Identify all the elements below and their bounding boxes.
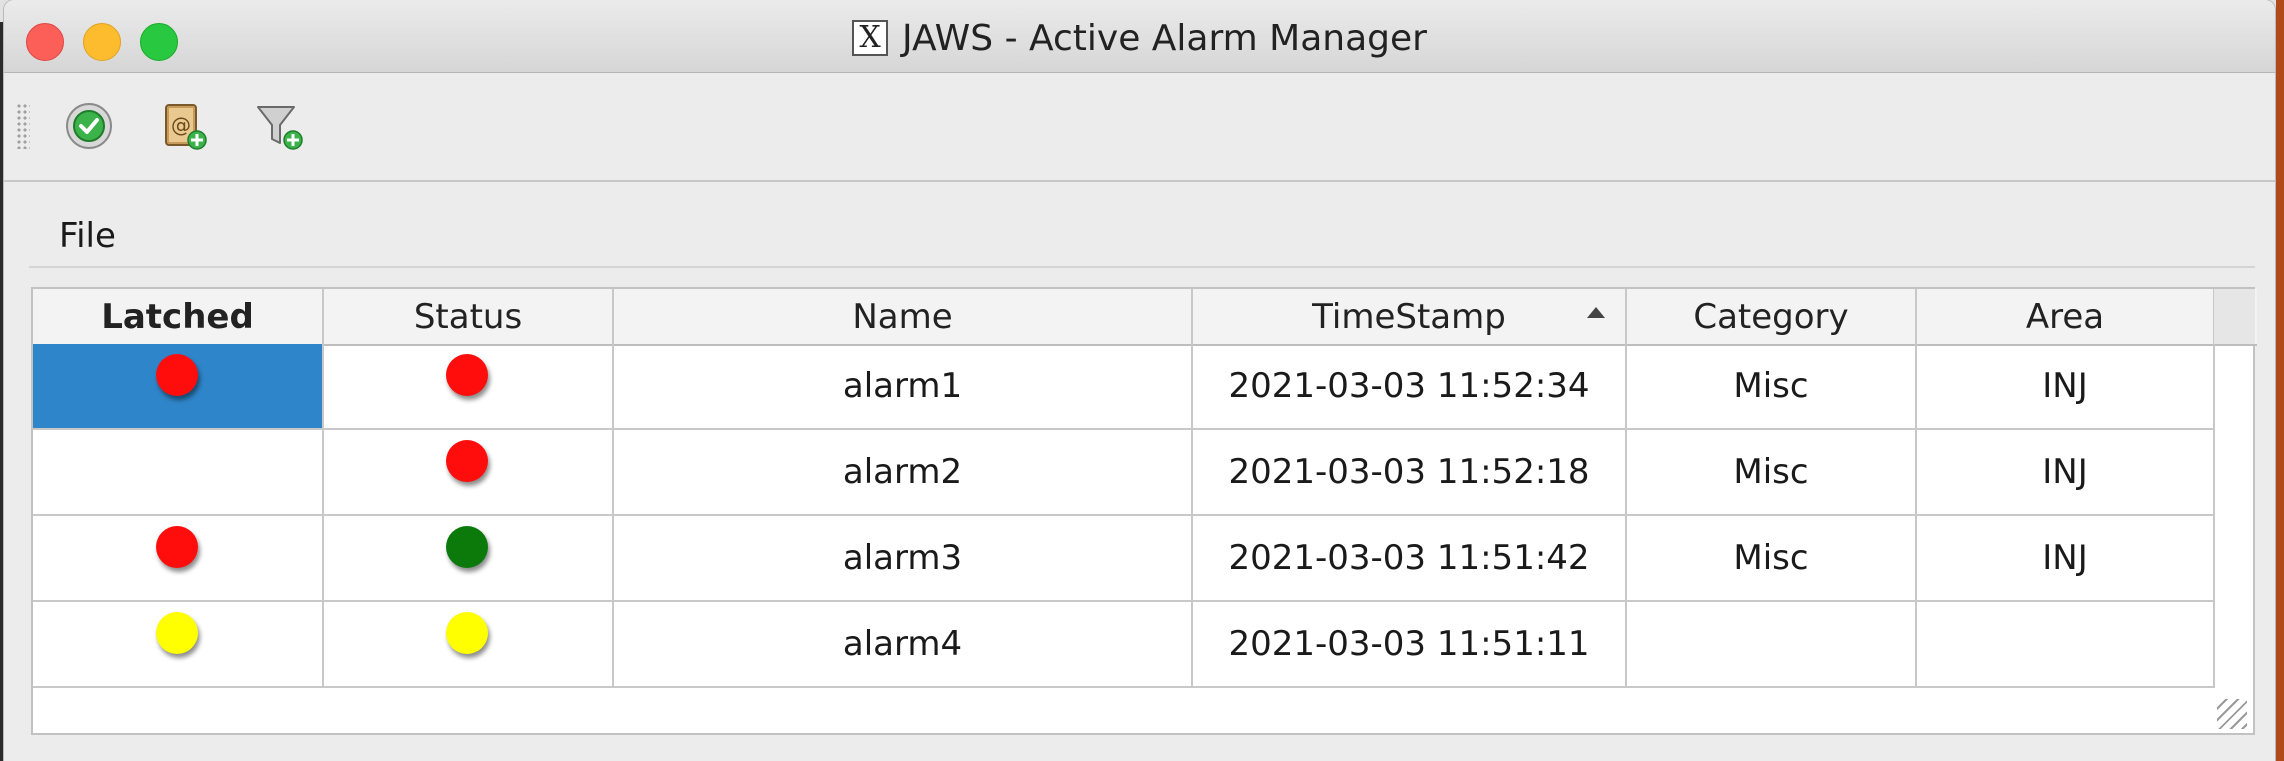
status-indicator-red: [446, 440, 488, 482]
cell-latched[interactable]: [33, 516, 324, 600]
menu-bar: File: [29, 208, 2255, 268]
cell-name[interactable]: alarm1: [614, 344, 1193, 428]
cell-category[interactable]: [1627, 602, 1917, 686]
cell-text: Misc: [1733, 366, 1809, 406]
cell-latched[interactable]: [33, 430, 324, 514]
cell-latched[interactable]: [33, 344, 324, 428]
column-header-latched[interactable]: Latched: [33, 289, 324, 344]
table-row[interactable]: alarm2 2021-03-03 11:52:18 Misc INJ: [33, 430, 2215, 516]
status-indicator-green: [446, 526, 488, 568]
table-row[interactable]: alarm1 2021-03-03 11:52:34 Misc INJ: [33, 344, 2215, 430]
cell-text: 2021-03-03 11:51:11: [1228, 624, 1590, 664]
cell-category[interactable]: Misc: [1627, 516, 1917, 600]
status-indicator-yellow: [446, 612, 488, 654]
cell-text: alarm1: [842, 366, 963, 406]
status-indicator-red: [446, 354, 488, 396]
check-circle-icon: [66, 103, 112, 149]
window-title: JAWS - Active Alarm Manager: [902, 17, 1427, 59]
cell-timestamp[interactable]: 2021-03-03 11:51:11: [1193, 602, 1627, 686]
address-book-add-icon: @: [165, 104, 207, 150]
cell-area[interactable]: INJ: [1917, 516, 2215, 600]
table-header: Latched Status Name TimeStamp Category A…: [33, 289, 2257, 346]
cell-status[interactable]: [324, 516, 614, 600]
column-header-timestamp-label: TimeStamp: [1312, 296, 1506, 337]
cell-text: alarm3: [842, 538, 963, 578]
cell-status[interactable]: [324, 430, 614, 514]
cell-timestamp[interactable]: 2021-03-03 11:52:18: [1193, 430, 1627, 514]
cell-status[interactable]: [324, 344, 614, 428]
cell-timestamp[interactable]: 2021-03-03 11:52:34: [1193, 344, 1627, 428]
column-header-status[interactable]: Status: [324, 289, 614, 344]
cell-area[interactable]: INJ: [1917, 430, 2215, 514]
cell-name[interactable]: alarm3: [614, 516, 1193, 600]
column-header-name[interactable]: Name: [614, 289, 1193, 344]
cell-area[interactable]: INJ: [1917, 344, 2215, 428]
window-title-group: X JAWS - Active Alarm Manager: [4, 17, 2275, 59]
latched-indicator-red: [155, 354, 198, 396]
cell-status[interactable]: [324, 602, 614, 686]
toolbar: @: [4, 73, 2275, 182]
alarm-table[interactable]: Latched Status Name TimeStamp Category A…: [31, 287, 2257, 735]
header-filler: [2214, 289, 2255, 344]
latched-indicator-red: [155, 526, 198, 568]
register-button[interactable]: @: [154, 97, 212, 155]
acknowledge-button[interactable]: [60, 97, 118, 155]
cell-latched[interactable]: [33, 602, 324, 686]
cell-text: 2021-03-03 11:52:18: [1228, 452, 1590, 492]
resize-grip-icon[interactable]: [2217, 699, 2247, 729]
sort-ascending-icon: [1587, 307, 1605, 318]
cell-category[interactable]: Misc: [1627, 430, 1917, 514]
cell-text: alarm4: [842, 624, 963, 664]
cell-name[interactable]: alarm2: [614, 430, 1193, 514]
cell-text: INJ: [2042, 452, 2088, 492]
title-bar[interactable]: X JAWS - Active Alarm Manager: [4, 0, 2275, 73]
svg-text:@: @: [171, 113, 191, 137]
cell-name[interactable]: alarm4: [614, 602, 1193, 686]
toolbar-grip-handle[interactable]: [16, 103, 30, 149]
cell-text: 2021-03-03 11:52:34: [1228, 366, 1590, 406]
latched-indicator-yellow: [155, 612, 198, 654]
column-header-area[interactable]: Area: [1917, 289, 2215, 344]
alarm-manager-window: X JAWS - Active Alarm Manager @ File Lat…: [4, 0, 2275, 761]
column-header-timestamp[interactable]: TimeStamp: [1193, 289, 1627, 344]
cell-text: 2021-03-03 11:51:42: [1228, 538, 1590, 578]
table-row[interactable]: alarm3 2021-03-03 11:51:42 Misc INJ: [33, 516, 2215, 602]
x11-app-icon: X: [852, 20, 889, 56]
cell-text: INJ: [2042, 366, 2088, 406]
column-header-category[interactable]: Category: [1627, 289, 1917, 344]
cell-category[interactable]: Misc: [1627, 344, 1917, 428]
cell-area[interactable]: [1917, 602, 2215, 686]
cell-text: INJ: [2042, 538, 2088, 578]
cell-text: alarm2: [842, 452, 963, 492]
filter-add-icon: [257, 106, 303, 150]
add-filter-button[interactable]: [250, 97, 308, 155]
cell-text: Misc: [1733, 452, 1809, 492]
menu-file[interactable]: File: [59, 216, 116, 256]
cell-timestamp[interactable]: 2021-03-03 11:51:42: [1193, 516, 1627, 600]
table-row[interactable]: alarm4 2021-03-03 11:51:11: [33, 602, 2215, 688]
background-desktop-right: [2276, 0, 2284, 761]
cell-text: Misc: [1733, 538, 1809, 578]
